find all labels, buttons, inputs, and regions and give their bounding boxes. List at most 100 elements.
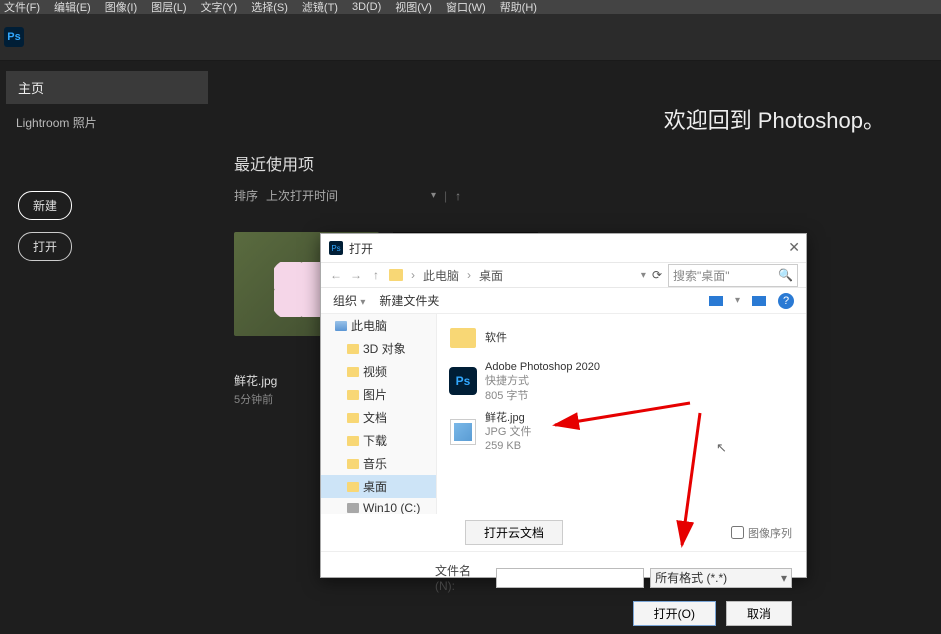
filename-input[interactable] bbox=[496, 568, 644, 588]
photoshop-mini-icon: Ps bbox=[329, 241, 343, 255]
pc-icon bbox=[335, 321, 347, 331]
folder-icon bbox=[347, 344, 359, 354]
menu-type[interactable]: 文字(Y) bbox=[201, 0, 238, 15]
cursor-hint-icon: ↖ bbox=[716, 440, 727, 456]
organize-button[interactable]: 组织 ▾ bbox=[333, 292, 365, 309]
sidebar-lightroom[interactable]: Lightroom 照片 bbox=[6, 108, 208, 137]
sort-divider: | bbox=[444, 189, 447, 203]
sidebar-home[interactable]: 主页 bbox=[6, 71, 208, 104]
welcome-heading: 欢迎回到 Photoshop。 bbox=[664, 103, 885, 135]
file-type: 快捷方式 bbox=[485, 374, 600, 388]
menubar: 文件(F) 编辑(E) 图像(I) 图层(L) 文字(Y) 选择(S) 滤镜(T… bbox=[0, 0, 941, 14]
help-icon[interactable]: ? bbox=[778, 293, 794, 309]
dialog-titlebar: Ps 打开 ✕ bbox=[321, 234, 806, 262]
sort-value: 上次打开时间 bbox=[266, 187, 338, 204]
breadcrumb-sep: › bbox=[411, 268, 415, 282]
file-row-jpg[interactable]: 鲜花.jpg JPG 文件 259 KB bbox=[447, 407, 796, 458]
search-placeholder: 搜索"桌面" bbox=[673, 267, 730, 284]
open-button[interactable]: 打开 bbox=[18, 232, 72, 261]
image-sequence-check[interactable] bbox=[731, 526, 744, 539]
sort-direction-icon[interactable]: ↑ bbox=[455, 189, 461, 203]
tree-item[interactable]: 图片 bbox=[321, 383, 436, 406]
folder-icon bbox=[450, 328, 476, 348]
app-toolbar: Ps bbox=[0, 14, 941, 61]
menu-layer[interactable]: 图层(L) bbox=[151, 0, 186, 15]
menu-image[interactable]: 图像(I) bbox=[105, 0, 137, 15]
file-name: Adobe Photoshop 2020 bbox=[485, 360, 600, 374]
file-size: 805 字节 bbox=[485, 389, 600, 403]
filename-label: 文件名(N): bbox=[435, 562, 490, 593]
open-confirm-button[interactable]: 打开(O) bbox=[633, 601, 716, 626]
tree-item[interactable]: 音乐 bbox=[321, 452, 436, 475]
file-list: 软件 Ps Adobe Photoshop 2020 快捷方式 805 字节 鲜… bbox=[437, 314, 806, 514]
drive-icon bbox=[347, 503, 359, 513]
breadcrumb-pc[interactable]: 此电脑 bbox=[423, 267, 459, 284]
tree-item[interactable]: 3D 对象 bbox=[321, 337, 436, 360]
menu-file[interactable]: 文件(F) bbox=[4, 0, 40, 15]
menu-select[interactable]: 选择(S) bbox=[251, 0, 288, 15]
tree-item[interactable]: 下载 bbox=[321, 429, 436, 452]
folder-icon bbox=[347, 367, 359, 377]
chevron-down-icon: ▾ bbox=[360, 297, 365, 308]
newfolder-button[interactable]: 新建文件夹 bbox=[379, 292, 439, 309]
photoshop-app-icon: Ps bbox=[449, 367, 477, 395]
file-type: JPG 文件 bbox=[485, 425, 531, 439]
sort-dropdown[interactable]: 上次打开时间 ▾ bbox=[266, 187, 436, 204]
tree-this-pc[interactable]: 此电脑 bbox=[321, 314, 436, 337]
folder-icon bbox=[347, 459, 359, 469]
dialog-toolbar: 组织 ▾ 新建文件夹 ▾ ? bbox=[321, 288, 806, 314]
breadcrumb-sep: › bbox=[467, 268, 471, 282]
menu-window[interactable]: 窗口(W) bbox=[446, 0, 486, 15]
nav-back-icon[interactable]: ← bbox=[329, 268, 343, 282]
menu-3d[interactable]: 3D(D) bbox=[352, 1, 381, 13]
filetype-filter[interactable]: 所有格式 (*.*) bbox=[650, 568, 792, 588]
chevron-down-icon: ▾ bbox=[431, 190, 436, 201]
close-icon[interactable]: ✕ bbox=[788, 239, 800, 256]
file-row-folder[interactable]: 软件 bbox=[447, 320, 796, 356]
recent-section-title: 最近使用项 bbox=[234, 151, 921, 175]
chevron-down-icon[interactable]: ▾ bbox=[641, 270, 646, 281]
refresh-icon[interactable]: ⟳ bbox=[652, 268, 662, 282]
breadcrumb-desktop[interactable]: 桌面 bbox=[479, 267, 503, 284]
view-mode-icon[interactable] bbox=[709, 296, 723, 306]
home-sidebar: 主页 Lightroom 照片 新建 打开 bbox=[0, 61, 214, 631]
folder-icon bbox=[347, 413, 359, 423]
sort-bar: 排序 上次打开时间 ▾ | ↑ bbox=[234, 187, 921, 204]
tree-item-desktop[interactable]: 桌面 bbox=[321, 475, 436, 498]
menu-help[interactable]: 帮助(H) bbox=[500, 0, 537, 15]
tree-item[interactable]: 文档 bbox=[321, 406, 436, 429]
folder-icon bbox=[347, 482, 359, 492]
dialog-mid-row: 打开云文档 图像序列 bbox=[321, 514, 806, 551]
file-row-shortcut[interactable]: Ps Adobe Photoshop 2020 快捷方式 805 字节 bbox=[447, 356, 796, 407]
search-icon: 🔍 bbox=[778, 268, 793, 282]
dialog-footer: 文件名(N): 所有格式 (*.*) 打开(O) 取消 bbox=[321, 551, 806, 634]
preview-pane-icon[interactable] bbox=[752, 296, 766, 306]
menu-filter[interactable]: 滤镜(T) bbox=[302, 0, 338, 15]
open-cloud-button[interactable]: 打开云文档 bbox=[465, 520, 563, 545]
dialog-body: 此电脑 3D 对象 视频 图片 文档 下载 音乐 桌面 Win10 (C:) 软… bbox=[321, 314, 806, 514]
jpg-file-icon bbox=[450, 419, 476, 445]
chevron-down-icon[interactable]: ▾ bbox=[735, 295, 740, 306]
folder-icon bbox=[347, 436, 359, 446]
nav-forward-icon[interactable]: → bbox=[349, 268, 363, 282]
cancel-button[interactable]: 取消 bbox=[726, 601, 792, 626]
nav-up-icon[interactable]: ↑ bbox=[369, 268, 383, 282]
menu-edit[interactable]: 编辑(E) bbox=[54, 0, 91, 15]
dialog-title: 打开 bbox=[349, 240, 373, 257]
file-size: 259 KB bbox=[485, 439, 531, 453]
folder-tree: 此电脑 3D 对象 视频 图片 文档 下载 音乐 桌面 Win10 (C:) bbox=[321, 314, 437, 514]
photoshop-logo-icon: Ps bbox=[4, 27, 24, 47]
folder-icon bbox=[347, 390, 359, 400]
tree-item[interactable]: Win10 (C:) bbox=[321, 498, 436, 514]
folder-icon bbox=[389, 269, 403, 281]
sort-label: 排序 bbox=[234, 187, 258, 204]
file-name: 鲜花.jpg bbox=[485, 411, 531, 425]
dialog-nav-bar: ← → ↑ › 此电脑 › 桌面 ▾ ⟳ 搜索"桌面" 🔍 bbox=[321, 262, 806, 288]
image-sequence-checkbox[interactable]: 图像序列 bbox=[731, 525, 792, 541]
search-input[interactable]: 搜索"桌面" 🔍 bbox=[668, 264, 798, 287]
file-open-dialog: Ps 打开 ✕ ← → ↑ › 此电脑 › 桌面 ▾ ⟳ 搜索"桌面" 🔍 组织… bbox=[320, 233, 807, 578]
menu-view[interactable]: 视图(V) bbox=[395, 0, 432, 15]
new-button[interactable]: 新建 bbox=[18, 191, 72, 220]
tree-item[interactable]: 视频 bbox=[321, 360, 436, 383]
file-name: 软件 bbox=[485, 331, 507, 345]
